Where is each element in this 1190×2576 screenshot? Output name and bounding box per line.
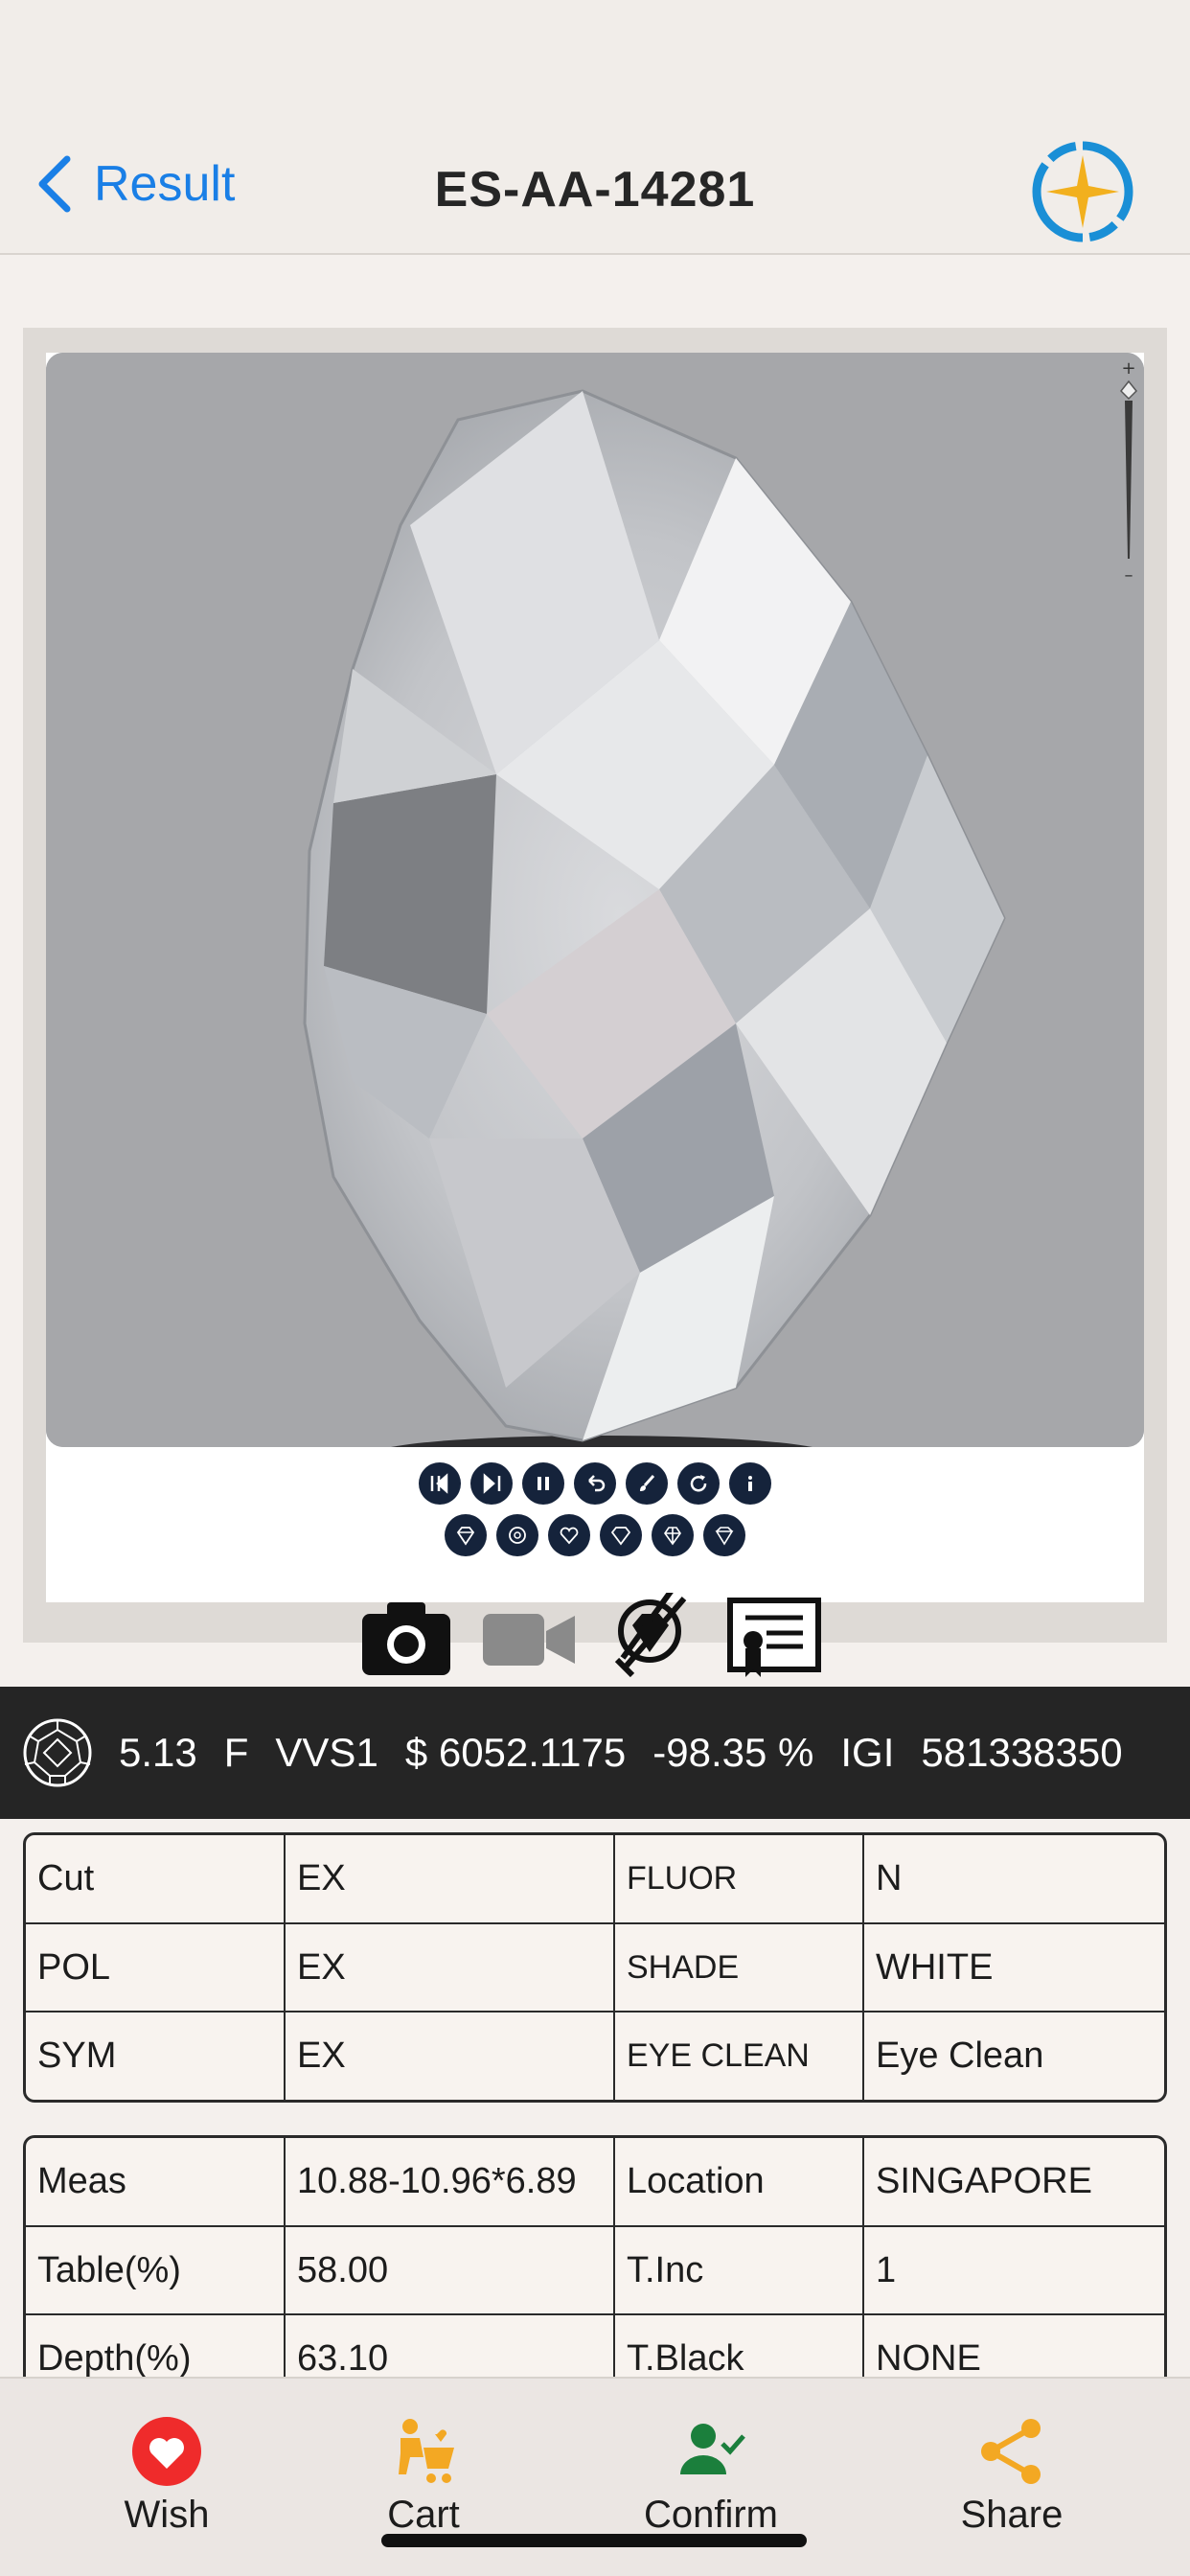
measurements-table: Meas 10.88-10.96*6.89 Location SINGAPORE… [23, 2135, 1167, 2377]
table-cell: T.Inc [614, 2226, 864, 2315]
table-cell: WHITE [863, 1923, 1164, 2012]
diamond-pavilion-icon[interactable] [703, 1514, 745, 1556]
table-row: Depth(%) 63.10 T.Black NONE [26, 2314, 1164, 2377]
table-cell: EX [285, 1923, 615, 2012]
round-diamond-icon [23, 1718, 92, 1787]
carat-value: 5.13 [119, 1730, 197, 1775]
loupe-icon[interactable] [604, 1593, 699, 1681]
diamond-summary-bar: 5.13 F VVS1 $ 6052.1175 -98.35 % IGI 581… [0, 1687, 1190, 1819]
playback-controls [46, 1462, 1144, 1505]
diamond-viewer: + – [23, 328, 1167, 1643]
cart-button[interactable]: Cart [318, 2415, 529, 2537]
diamond-360-view[interactable] [46, 353, 1144, 1447]
camera-icon[interactable] [358, 1593, 454, 1681]
discount-value: -98.35 % [652, 1730, 814, 1775]
color-value: F [223, 1730, 249, 1775]
table-cell: T.Black [614, 2314, 864, 2377]
cart-icon [399, 2419, 454, 2483]
grade-table: Cut EX FLUOR N POL EX SHADE WHITE SYM EX… [23, 1832, 1167, 2103]
diamond-crown-icon[interactable] [652, 1514, 694, 1556]
share-icon [981, 2419, 1041, 2484]
page-title: ES-AA-14281 [434, 162, 756, 218]
share-button[interactable]: Share [906, 2415, 1117, 2537]
table-cell: Cut [26, 1835, 286, 1924]
share-label: Share [960, 2494, 1064, 2536]
nav-header: Result ES-AA-14281 [0, 0, 1190, 255]
first-icon[interactable] [419, 1462, 461, 1505]
heart-icon [132, 2417, 201, 2486]
last-icon[interactable] [470, 1462, 513, 1505]
wish-button[interactable]: Wish [61, 2415, 272, 2537]
home-indicator [381, 2534, 807, 2547]
table-row: Meas 10.88-10.96*6.89 Location SINGAPORE [26, 2138, 1164, 2227]
table-row: SYM EX EYE CLEAN Eye Clean [26, 2012, 1164, 2100]
table-cell: Eye Clean [876, 2036, 1044, 2076]
table-cell: N [863, 1835, 1164, 1924]
table-cell: POL [26, 1923, 286, 2012]
clarity-value: VVS1 [275, 1730, 378, 1775]
table-cell: Table(%) [26, 2226, 286, 2315]
lab-value: IGI [840, 1730, 895, 1775]
table-cell: 1 [863, 2226, 1164, 2315]
diamond-top-icon[interactable] [445, 1514, 487, 1556]
table-row: POL EX SHADE WHITE [26, 1923, 1164, 2012]
user-check-icon [680, 2424, 745, 2474]
viewer-panel: + – [46, 353, 1144, 1602]
table-cell: Meas [26, 2138, 286, 2227]
svg-text:–: – [1125, 565, 1133, 583]
table-cell: SINGAPORE [863, 2138, 1164, 2227]
confirm-button[interactable]: Confirm [606, 2415, 816, 2537]
pause-icon[interactable] [522, 1462, 564, 1505]
price-value: $ 6052.1175 [404, 1730, 627, 1775]
table-cell: NONE [876, 2338, 981, 2377]
table-cell: FLUOR [614, 1835, 864, 1924]
table-cell: SYM [26, 2012, 286, 2100]
undo-icon[interactable] [574, 1462, 616, 1505]
certificate-icon[interactable] [726, 1593, 822, 1681]
report-number[interactable]: 581338350 [921, 1730, 1122, 1776]
table-cell: Location [614, 2138, 864, 2227]
media-tabs [358, 1593, 822, 1681]
info-icon[interactable] [729, 1462, 771, 1505]
table-cell: EX [285, 1835, 615, 1924]
brush-icon[interactable] [626, 1462, 668, 1505]
zoom-slider[interactable]: + – [1117, 353, 1140, 583]
heart-icon[interactable] [548, 1514, 590, 1556]
table-row: Cut EX FLUOR N [26, 1835, 1164, 1924]
svg-text:+: + [1121, 358, 1135, 379]
cart-label: Cart [387, 2494, 460, 2536]
table-cell: SHADE [614, 1923, 864, 2012]
wish-label: Wish [124, 2494, 210, 2536]
rotate-icon[interactable] [677, 1462, 720, 1505]
table-cell: EX [285, 2012, 615, 2100]
brand-logo-icon[interactable] [1031, 140, 1134, 243]
table-row: Table(%) 58.00 T.Inc 1 [26, 2226, 1164, 2315]
table-cell: Depth(%) [26, 2314, 286, 2377]
table-cell: 58.00 [285, 2226, 615, 2315]
confirm-label: Confirm [643, 2494, 779, 2536]
diamond-image [46, 353, 1144, 1447]
diamond-side-icon[interactable] [600, 1514, 642, 1556]
table-cell: 63.10 [285, 2314, 615, 2377]
video-icon[interactable] [481, 1593, 577, 1681]
view-controls [46, 1514, 1144, 1556]
table-cell: EYE CLEAN [614, 2012, 864, 2100]
diamond-bottom-icon[interactable] [496, 1514, 538, 1556]
table-cell: 10.88-10.96*6.89 [285, 2138, 615, 2227]
